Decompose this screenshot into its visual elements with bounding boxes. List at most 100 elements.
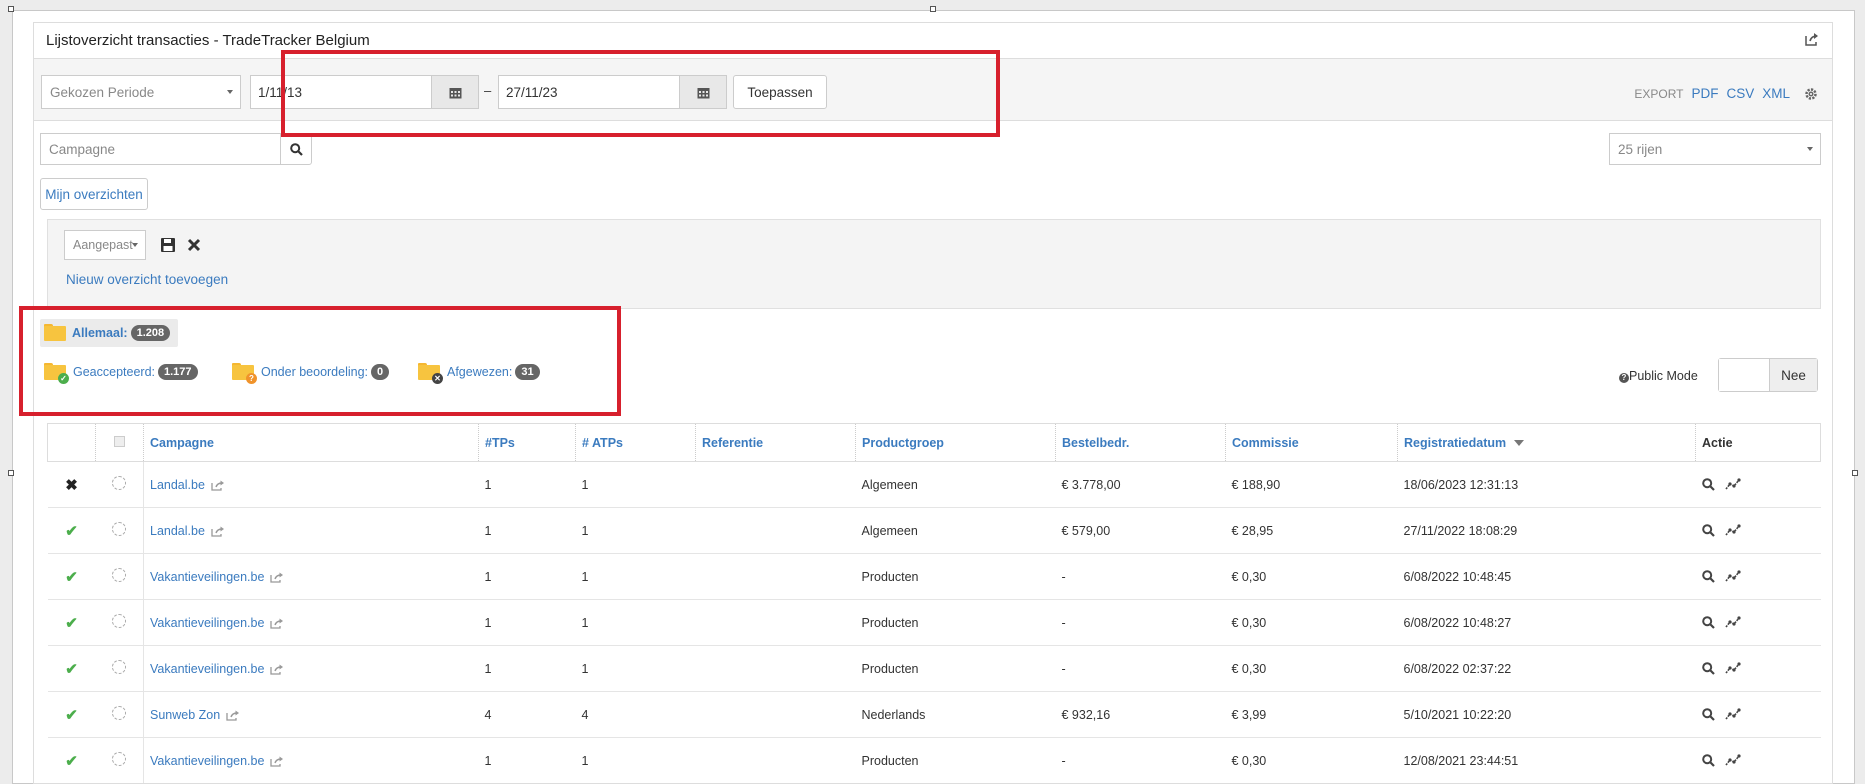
folder-rejected-icon: ✕ — [418, 363, 443, 384]
row-order-amount: - — [1055, 645, 1226, 692]
row-product-group: Algemeen — [855, 507, 1056, 554]
add-overview-link[interactable]: Nieuw overzicht toevoegen — [66, 272, 228, 287]
trend-icon[interactable] — [1724, 478, 1741, 491]
date-to-input[interactable]: 27/11/23 — [498, 75, 680, 109]
table-row[interactable]: ✔ Vakantieveilingen.be 1 1 Producten - € 0,30 6… — [47, 599, 1821, 646]
search-icon[interactable] — [1701, 754, 1715, 767]
resize-handle-left[interactable] — [8, 470, 14, 476]
apply-button[interactable]: Toepassen — [733, 75, 827, 109]
row-order-amount: € 3.778,00 — [1055, 461, 1226, 508]
export-xml-link[interactable]: XML — [1762, 86, 1790, 101]
trend-icon[interactable] — [1724, 708, 1741, 721]
header-order-amount[interactable]: Bestelbedr. — [1055, 423, 1226, 462]
search-icon[interactable] — [1701, 524, 1715, 537]
status-all-count: 1.208 — [130, 324, 171, 341]
row-status: ✔ — [47, 507, 96, 554]
search-icon[interactable] — [1701, 662, 1715, 675]
header-reg-date[interactable]: Registratiedatum — [1397, 423, 1696, 462]
header-product-group[interactable]: Productgroep — [855, 423, 1056, 462]
status-pending-tab[interactable]: ? Onder beoordeling: 0 — [232, 363, 390, 384]
save-icon[interactable] — [160, 237, 176, 253]
resize-handle-right[interactable] — [1852, 470, 1858, 476]
export-pdf-link[interactable]: PDF — [1691, 86, 1718, 101]
trend-icon[interactable] — [1724, 662, 1741, 675]
sort-desc-icon — [1513, 440, 1524, 447]
trend-icon[interactable] — [1724, 616, 1741, 629]
header-reference[interactable]: Referentie — [695, 423, 856, 462]
table-row[interactable]: ✔ Sunweb Zon 4 4 Nederlands € 932,16 € 3,99 5/1… — [47, 691, 1821, 738]
campaign-link[interactable]: Vakantieveilingen.be — [150, 662, 264, 676]
trend-icon[interactable] — [1724, 570, 1741, 583]
public-mode-toggle[interactable]: Nee — [1718, 358, 1818, 392]
table-row[interactable]: ✖ Landal.be 1 1 Algemeen € 3.778,00 € 188,90 18… — [47, 461, 1821, 508]
row-refresh[interactable] — [95, 645, 144, 692]
row-reg-date: 5/10/2021 10:22:20 — [1397, 691, 1696, 738]
row-commission: € 28,95 — [1225, 507, 1398, 554]
header-campaign[interactable]: Campagne — [143, 423, 479, 462]
search-icon[interactable] — [1701, 478, 1715, 491]
campaign-link[interactable]: Landal.be — [150, 524, 205, 538]
row-actions — [1695, 461, 1821, 508]
row-refresh[interactable] — [95, 737, 144, 783]
close-icon[interactable] — [186, 237, 202, 253]
header-select[interactable] — [95, 423, 144, 462]
custom-view-select[interactable]: Aangepast — [64, 230, 146, 260]
row-refresh[interactable] — [95, 599, 144, 646]
search-button[interactable] — [280, 133, 312, 165]
external-link-icon[interactable] — [211, 479, 225, 491]
chevron-down-icon — [1807, 147, 1813, 151]
resize-handle-top-left[interactable] — [8, 6, 14, 12]
campaign-link[interactable]: Sunweb Zon — [150, 708, 220, 722]
row-tps: 1 — [478, 737, 576, 783]
external-link-icon[interactable] — [211, 525, 225, 537]
table-row[interactable]: ✔ Vakantieveilingen.be 1 1 Producten - € 0,30 1… — [47, 737, 1821, 783]
share-icon[interactable] — [1804, 31, 1820, 51]
rows-select[interactable]: 25 rijen — [1609, 133, 1821, 165]
external-link-icon[interactable] — [270, 617, 284, 629]
row-tps: 1 — [478, 645, 576, 692]
search-icon[interactable] — [1701, 708, 1715, 721]
table-row[interactable]: ✔ Landal.be 1 1 Algemeen € 579,00 € 28,95 27/11… — [47, 507, 1821, 554]
gear-icon[interactable] — [1804, 87, 1818, 101]
header-atps[interactable]: # ATPs — [575, 423, 696, 462]
row-status: ✔ — [47, 645, 96, 692]
row-reference — [695, 599, 856, 646]
table-row[interactable]: ✔ Vakantieveilingen.be 1 1 Producten - € 0,30 6… — [47, 553, 1821, 600]
search-icon[interactable] — [1701, 570, 1715, 583]
row-refresh[interactable] — [95, 507, 144, 554]
status-accepted-tab[interactable]: ✓ Geaccepteerd: 1.177 — [44, 363, 198, 384]
status-all-tab[interactable]: Allemaal: 1.208 — [40, 319, 178, 347]
select-all-checkbox[interactable] — [114, 435, 125, 447]
resize-handle-top[interactable] — [930, 6, 936, 12]
external-link-icon[interactable] — [270, 571, 284, 583]
export-links: EXPORT PDF CSV XML — [1634, 86, 1818, 101]
campaign-search-input[interactable]: Campagne — [40, 133, 281, 165]
row-tps: 1 — [478, 461, 576, 508]
campaign-link[interactable]: Vakantieveilingen.be — [150, 570, 264, 584]
row-refresh[interactable] — [95, 461, 144, 508]
search-icon[interactable] — [1701, 616, 1715, 629]
campaign-link[interactable]: Landal.be — [150, 478, 205, 492]
campaign-link[interactable]: Vakantieveilingen.be — [150, 616, 264, 630]
campaign-link[interactable]: Vakantieveilingen.be — [150, 754, 264, 768]
calendar-from-button[interactable] — [431, 75, 479, 109]
calendar-to-button[interactable] — [679, 75, 727, 109]
external-link-icon[interactable] — [226, 709, 240, 721]
trend-icon[interactable] — [1724, 524, 1741, 537]
external-link-icon[interactable] — [270, 663, 284, 675]
row-tps: 1 — [478, 507, 576, 554]
date-from-input[interactable]: 1/11/13 — [250, 75, 432, 109]
table-row[interactable]: ✔ Vakantieveilingen.be 1 1 Producten - € 0,30 6… — [47, 645, 1821, 692]
external-link-icon[interactable] — [270, 755, 284, 767]
row-refresh[interactable] — [95, 691, 144, 738]
period-select[interactable]: Gekozen Periode — [41, 75, 241, 109]
row-order-amount: € 579,00 — [1055, 507, 1226, 554]
my-overviews-button[interactable]: Mijn overzichten — [40, 178, 148, 210]
public-mode-label: ? Public Mode — [1619, 369, 1698, 383]
export-csv-link[interactable]: CSV — [1726, 86, 1754, 101]
row-refresh[interactable] — [95, 553, 144, 600]
header-commission[interactable]: Commissie — [1225, 423, 1398, 462]
trend-icon[interactable] — [1724, 754, 1741, 767]
header-tps[interactable]: #TPs — [478, 423, 576, 462]
status-rejected-tab[interactable]: ✕ Afgewezen: 31 — [418, 363, 540, 384]
